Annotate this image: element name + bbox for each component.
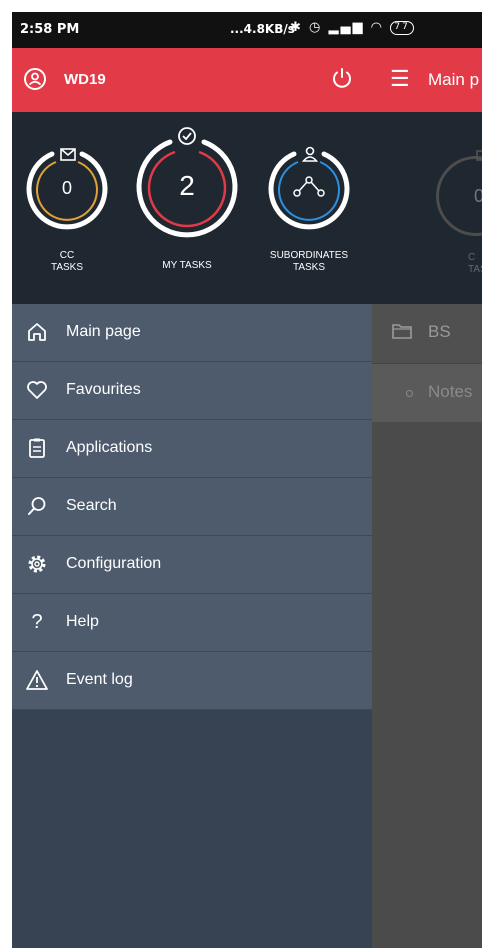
- drawer-menu: Main page Favourites Applications Search…: [12, 304, 372, 710]
- menu-item-label: Help: [66, 613, 99, 630]
- navigation-drawer: WD19 0 CC TASKS 2 MY TASKS SUBORDINATES …: [12, 48, 372, 948]
- subordinates-label-line1: SUBORDINATES: [269, 250, 349, 261]
- network-speed: ...4.8KB/s: [230, 22, 295, 36]
- folder-icon: [392, 324, 412, 339]
- main-page-background[interactable]: ☰ Main p 0 CTAS BS Notes: [372, 48, 482, 948]
- help-icon: ?: [31, 611, 43, 633]
- clipboard-icon: [29, 438, 45, 458]
- list-item-label: Notes: [428, 382, 473, 401]
- list-item-notes[interactable]: Notes: [372, 364, 482, 422]
- menu-item-favourites[interactable]: Favourites: [12, 362, 372, 420]
- task-stats: 0 CC TASKS 2 MY TASKS SUBORDINATES TASKS: [12, 112, 372, 304]
- gear-icon: [28, 555, 46, 573]
- status-icons: ✱ ◷ ▂▄▆ ◠ 77: [290, 20, 415, 35]
- menu-item-event-log[interactable]: Event log: [12, 652, 372, 710]
- menu-item-label: Applications: [66, 439, 153, 456]
- menu-item-label: Search: [66, 497, 117, 514]
- cc-tasks-label-line1: CC: [59, 250, 75, 261]
- hierarchy-icon: [293, 176, 325, 197]
- drawer-header: WD19: [12, 48, 372, 112]
- search-icon: [28, 497, 46, 515]
- cc-tasks-count: 0: [61, 178, 72, 198]
- status-bar: 2:58 PM ...4.8KB/s ✱ ◷ ▂▄▆ ◠ 77: [12, 12, 482, 48]
- menu-item-search[interactable]: Search: [12, 478, 372, 536]
- heart-icon: [27, 381, 47, 399]
- app-screen: 2:58 PM ...4.8KB/s ✱ ◷ ▂▄▆ ◠ 77 ☰ Main p…: [12, 12, 482, 948]
- menu-item-main-page[interactable]: Main page: [12, 304, 372, 362]
- home-icon: [28, 323, 46, 341]
- menu-item-applications[interactable]: Applications: [12, 420, 372, 478]
- subordinates-label-line2: TASKS: [292, 262, 326, 273]
- my-tasks-label: MY TASKS: [162, 260, 212, 271]
- list-item-bs[interactable]: BS: [372, 304, 482, 364]
- main-page-title: Main p: [428, 70, 480, 89]
- bluetooth-icon: ✱: [290, 20, 303, 35]
- subordinates-tasks-label: SUBORDINATES TASKS: [249, 250, 369, 274]
- cc-count-partial: 0: [474, 186, 482, 206]
- menu-item-label: Configuration: [66, 555, 162, 572]
- subordinates-tasks-widget[interactable]: SUBORDINATES TASKS: [264, 144, 354, 273]
- username: WD19: [64, 71, 106, 88]
- status-time: 2:58 PM: [20, 22, 80, 37]
- cc-tasks-widget[interactable]: 0 CC TASKS: [22, 144, 112, 273]
- menu-item-label: Main page: [66, 323, 141, 340]
- user-icon[interactable]: [24, 68, 46, 90]
- menu-item-label: Favourites: [66, 381, 141, 398]
- wifi-icon: ◠: [370, 20, 385, 35]
- main-page-header: ☰ Main p: [372, 48, 482, 112]
- menu-item-configuration[interactable]: Configuration: [12, 536, 372, 594]
- alarm-icon: ◷: [309, 20, 323, 35]
- cc-tasks-label: CC TASKS: [12, 250, 127, 274]
- user-icon: [302, 146, 318, 162]
- cc-tasks-label-line2: TASKS: [50, 262, 84, 273]
- menu-item-label: Event log: [66, 671, 133, 688]
- battery-icon: 77: [390, 20, 415, 35]
- mail-icon: [60, 148, 76, 161]
- list-item-label: BS: [428, 322, 451, 341]
- my-tasks-count: 2: [179, 170, 195, 201]
- warning-icon: [26, 670, 48, 690]
- main-page-empty-area: [372, 422, 482, 948]
- my-tasks-widget[interactable]: 2 MY TASKS: [132, 127, 242, 271]
- check-circle-icon: [178, 127, 196, 145]
- main-page-stats: 0 CTAS: [372, 112, 482, 304]
- cc-label-partial: CTAS: [468, 252, 482, 275]
- menu-item-help[interactable]: ? Help: [12, 594, 372, 652]
- power-icon[interactable]: [330, 66, 354, 90]
- signal-icon: ▂▄▆: [328, 20, 365, 35]
- bullet-icon: [406, 390, 413, 397]
- mail-icon: [476, 150, 482, 161]
